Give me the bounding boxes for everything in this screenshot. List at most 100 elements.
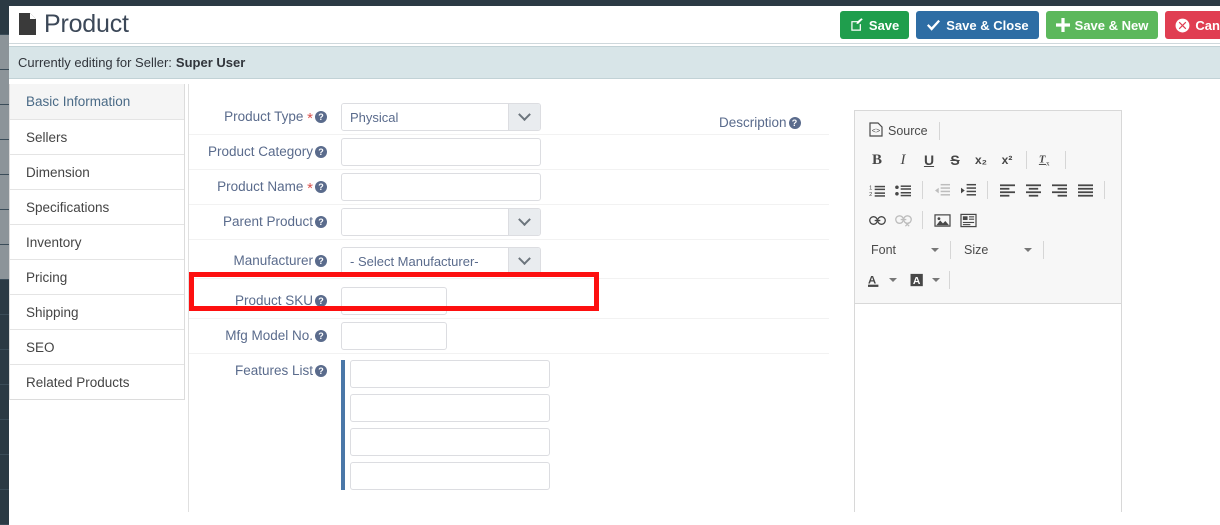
chevron-down-icon[interactable] <box>508 209 540 235</box>
sidebar-item-shipping[interactable]: Shipping <box>10 294 184 329</box>
save-button[interactable]: Save <box>840 11 909 39</box>
question-mark-icon[interactable]: ? <box>315 181 327 193</box>
question-mark-icon[interactable]: ? <box>315 255 327 267</box>
align-justify-icon[interactable] <box>1073 179 1097 201</box>
editor-toolbar-row-6: A A <box>859 265 1117 295</box>
product-category-label: Product Category? <box>189 135 341 159</box>
text-color-button[interactable]: A <box>865 269 899 291</box>
page-header: Product Save Save & Close <box>9 6 1220 44</box>
page-title-group: Product <box>18 9 129 39</box>
form-row-product-name: Product Name *? <box>189 170 829 205</box>
chevron-down-icon[interactable] <box>508 248 540 274</box>
indent-icon[interactable] <box>956 179 980 201</box>
sidebar-item-inventory[interactable]: Inventory <box>10 224 184 259</box>
toolbar-separator <box>1043 241 1044 259</box>
question-mark-icon[interactable]: ? <box>315 295 327 307</box>
sidebar-item-label: Specifications <box>26 200 109 215</box>
product-type-value: Physical <box>342 104 508 130</box>
svg-text:1: 1 <box>869 185 872 191</box>
mfg-model-no-input[interactable] <box>341 322 447 350</box>
link-icon[interactable] <box>865 209 889 231</box>
features-list-input-1[interactable] <box>350 360 550 388</box>
editor-content-area[interactable] <box>855 304 1121 516</box>
form-row-product-category: Product Category? <box>189 135 829 170</box>
cancel-button[interactable]: Cancel <box>1165 11 1220 39</box>
toolbar-separator <box>949 271 950 289</box>
strikethrough-button[interactable]: S <box>943 149 967 171</box>
sidebar-item-basic-information[interactable]: Basic Information <box>10 84 184 119</box>
features-list-control <box>341 354 550 490</box>
question-mark-icon[interactable]: ? <box>315 111 327 123</box>
product-category-input[interactable] <box>341 138 541 166</box>
question-mark-icon[interactable]: ? <box>315 365 327 377</box>
subscript-button[interactable]: x₂ <box>969 149 993 171</box>
toolbar-separator <box>1104 181 1105 199</box>
font-dropdown[interactable]: Font <box>865 239 943 261</box>
product-category-label-text: Product Category <box>208 144 313 159</box>
remove-format-button[interactable]: T x <box>1034 149 1058 171</box>
question-mark-icon[interactable]: ? <box>315 216 327 228</box>
parent-product-value <box>342 209 508 235</box>
sidebar-item-specifications[interactable]: Specifications <box>10 189 184 224</box>
image-icon[interactable] <box>930 209 954 231</box>
sidebar-item-label: Shipping <box>26 305 79 320</box>
italic-button[interactable]: I <box>891 149 915 171</box>
svg-text:x: x <box>1046 159 1050 167</box>
product-sku-input[interactable] <box>341 287 447 315</box>
rail-segment <box>0 105 9 140</box>
align-left-icon[interactable] <box>995 179 1019 201</box>
parent-product-label: Parent Product? <box>189 205 341 229</box>
align-right-icon[interactable] <box>1047 179 1071 201</box>
check-icon <box>926 19 941 32</box>
product-type-select[interactable]: Physical <box>341 103 541 131</box>
mfg-model-no-control <box>341 319 447 350</box>
editor-toolbar-row-4 <box>859 205 1117 235</box>
caret-down-icon <box>931 248 939 252</box>
font-dropdown-label: Font <box>871 243 896 257</box>
sidebar-item-related-products[interactable]: Related Products <box>10 364 184 399</box>
circle-x-icon <box>1175 18 1190 33</box>
sidebar-item-label: Related Products <box>26 375 130 390</box>
save-and-close-button[interactable]: Save & Close <box>916 11 1038 39</box>
superscript-button[interactable]: x² <box>995 149 1019 171</box>
chevron-down-icon[interactable] <box>508 104 540 130</box>
rail-segment <box>0 455 9 490</box>
mfg-model-no-label: Mfg Model No.? <box>189 319 341 343</box>
sidebar-item-seo[interactable]: SEO <box>10 329 184 364</box>
sidebar-item-sellers[interactable]: Sellers <box>10 119 184 154</box>
features-list-input-3[interactable] <box>350 428 550 456</box>
save-and-close-button-label: Save & Close <box>946 18 1028 33</box>
features-list-input-2[interactable] <box>350 394 550 422</box>
sidebar-item-pricing[interactable]: Pricing <box>10 259 184 294</box>
bold-button[interactable]: B <box>865 149 889 171</box>
features-list-label-text: Features List <box>235 363 313 378</box>
features-list-label: Features List? <box>189 354 341 378</box>
size-dropdown[interactable]: Size <box>958 239 1036 261</box>
sidebar-item-dimension[interactable]: Dimension <box>10 154 184 189</box>
underline-button[interactable]: U <box>917 149 941 171</box>
form-row-parent-product: Parent Product? <box>189 205 829 240</box>
template-icon[interactable] <box>956 209 980 231</box>
save-and-new-button[interactable]: Save & New <box>1046 11 1159 39</box>
numbered-list-icon[interactable]: 1 2 <box>865 179 889 201</box>
question-mark-icon[interactable]: ? <box>315 330 327 342</box>
rail-segment <box>0 210 9 245</box>
manufacturer-select[interactable]: - Select Manufacturer- <box>341 247 541 275</box>
background-color-button[interactable]: A <box>908 269 942 291</box>
product-sku-control <box>341 284 447 315</box>
features-list-input-4[interactable] <box>350 462 550 490</box>
question-mark-icon[interactable]: ? <box>315 146 327 158</box>
source-button[interactable]: <> Source <box>865 121 932 141</box>
parent-product-select[interactable] <box>341 208 541 236</box>
rail-segment <box>0 245 9 280</box>
source-label: Source <box>888 124 928 138</box>
sidebar-item-label: Basic Information <box>26 94 130 109</box>
bulleted-list-icon[interactable] <box>891 179 915 201</box>
sidebar-item-label: Sellers <box>26 130 67 145</box>
parent-product-label-text: Parent Product <box>223 214 313 229</box>
product-name-input[interactable] <box>341 173 541 201</box>
align-center-icon[interactable] <box>1021 179 1045 201</box>
rail-segment <box>0 35 9 70</box>
manufacturer-label: Manufacturer? <box>189 244 341 268</box>
app-rail[interactable] <box>0 0 9 512</box>
